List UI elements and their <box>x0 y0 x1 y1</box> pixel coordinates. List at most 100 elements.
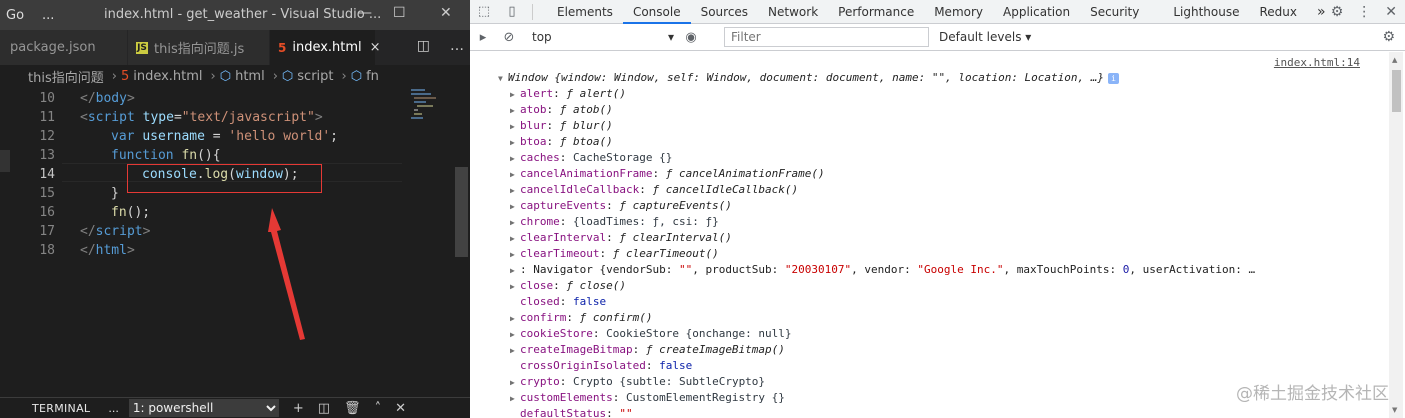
property-row[interactable]: ▶ alert: ƒ alert() <box>510 86 626 102</box>
property-row[interactable]: ▶ cancelIdleCallback: ƒ cancelIdleCallbac… <box>510 182 798 198</box>
terminal-tab[interactable]: TERMINAL <box>32 402 90 415</box>
scroll-up-icon[interactable]: ▲ <box>1392 56 1397 64</box>
property-value: : <box>612 391 626 404</box>
property-row[interactable]: ▶ createImageBitmap: ƒ createImageBitmap(… <box>510 342 785 358</box>
property-row[interactable]: ▶ captureEvents: ƒ captureEvents() <box>510 198 732 214</box>
expand-triangle-icon[interactable]: ▼ <box>498 71 508 87</box>
expand-triangle-icon[interactable]: ▶ <box>510 87 520 103</box>
panel-tab-redux[interactable]: Redux <box>1250 0 1308 24</box>
expand-triangle-icon[interactable]: ▶ <box>510 135 520 151</box>
expand-triangle-icon[interactable]: ▶ <box>510 215 520 231</box>
log-entry-header[interactable]: ▼ Window {window: Window, self: Window, d… <box>498 70 1120 87</box>
expand-triangle-icon[interactable]: ▶ <box>510 167 520 183</box>
property-value: : <box>553 279 567 292</box>
eye-icon[interactable]: ◉ <box>678 30 704 45</box>
expand-triangle-icon[interactable]: ▶ <box>510 119 520 135</box>
property-row[interactable]: ▶ atob: ƒ atob() <box>510 102 613 118</box>
property-value: : <box>652 167 666 180</box>
property-row[interactable]: ▶ close: ƒ close() <box>510 278 626 294</box>
console-settings-icon[interactable]: ⚙ <box>1382 29 1395 45</box>
panel-tab-sources[interactable]: Sources <box>691 0 758 24</box>
expand-triangle-icon[interactable]: ▶ <box>510 391 520 407</box>
console-toolbar: ▸ ⊘ top ▾ ◉ Default levels ▾ ⚙ <box>470 24 1405 51</box>
scroll-thumb[interactable] <box>1392 70 1401 112</box>
expand-triangle-icon[interactable]: ▶ <box>510 247 520 263</box>
property-value: ƒ blur() <box>559 119 613 132</box>
property-row[interactable]: ▶ customElements: CustomElementRegistry {… <box>510 390 785 406</box>
close-panel-icon[interactable]: ✕ <box>395 401 406 416</box>
expand-triangle-icon[interactable]: ▶ <box>510 231 520 247</box>
property-row[interactable]: ▶: Navigator {vendorSub: "", productSub:… <box>510 262 1255 278</box>
split-terminal-icon[interactable]: ◫ <box>318 401 330 416</box>
property-value: false <box>659 359 693 372</box>
context-select[interactable]: top ▾ <box>528 27 678 47</box>
expand-triangle-icon[interactable]: ▶ <box>510 263 520 279</box>
property-row[interactable]: ▶ clearTimeout: ƒ clearTimeout() <box>510 246 719 262</box>
sidebar-toggle-icon[interactable]: ▸ <box>470 30 496 45</box>
expand-triangle-icon[interactable]: ▶ <box>510 343 520 359</box>
property-row[interactable]: ▶ clearInterval: ƒ clearInterval() <box>510 230 732 246</box>
expand-triangle-icon[interactable]: ▶ <box>510 199 520 215</box>
property-row[interactable]: ▶ caches: CacheStorage {} <box>510 150 672 166</box>
property-value: : <box>559 295 573 308</box>
property-key: customElements <box>520 391 613 404</box>
property-row[interactable]: crossOriginIsolated: false <box>510 358 692 374</box>
property-value: CacheStorage {} <box>573 151 673 164</box>
filter-input[interactable] <box>724 27 929 47</box>
close-devtools-icon[interactable]: ✕ <box>1385 4 1397 20</box>
console-scrollbar[interactable]: ▲ ▼ <box>1389 52 1403 418</box>
panel-tab-console[interactable]: Console <box>622 0 691 24</box>
expand-triangle-icon[interactable]: ▶ <box>510 183 520 199</box>
add-terminal-icon[interactable]: + <box>293 401 304 416</box>
property-row[interactable]: closed: false <box>510 294 606 310</box>
terminal-select[interactable]: 1: powershell <box>128 399 279 417</box>
property-value: : <box>592 327 607 340</box>
property-key: createImageBitmap <box>520 343 633 356</box>
property-key: chrome <box>520 215 560 228</box>
property-value: ƒ confirm() <box>579 311 653 324</box>
panel-tab-application[interactable]: Application <box>993 0 1080 24</box>
clear-console-icon[interactable]: ⊘ <box>496 30 522 45</box>
panel-tab-network[interactable]: Network <box>758 0 828 24</box>
source-link[interactable]: index.html:14 <box>1274 56 1360 69</box>
terminal-more-icon[interactable]: ... <box>108 402 119 415</box>
toolbar-divider <box>532 3 533 20</box>
expand-triangle-icon[interactable]: ▶ <box>510 103 520 119</box>
property-row[interactable]: ▶ cancelAnimationFrame: ƒ cancelAnimation… <box>510 166 825 182</box>
panel-tab-elements[interactable]: Elements <box>547 0 623 24</box>
watermark: @稀土掘金技术社区 <box>1236 384 1389 404</box>
settings-icon[interactable]: ⚙ <box>1331 4 1344 20</box>
property-row[interactable]: ▶ cookieStore: CookieStore {onchange: nul… <box>510 326 792 342</box>
property-row[interactable]: ▶ blur: ƒ blur() <box>510 118 613 134</box>
vscode-window: Go ... index.html - get_weather - Visual… <box>0 0 470 418</box>
devtools: ⬚ ▯ Elements Console Sources Network Perform… <box>470 0 1405 418</box>
chevron-up-icon[interactable]: ˄ <box>375 401 382 416</box>
panel-tab-lighthouse[interactable]: Lighthouse <box>1163 0 1249 24</box>
device-toolbar-icon[interactable]: ▯ <box>498 4 526 19</box>
expand-triangle-icon[interactable]: ▶ <box>510 375 520 391</box>
log-levels-dropdown[interactable]: Default levels ▾ <box>939 30 1031 44</box>
info-icon[interactable]: i <box>1108 73 1120 84</box>
trash-icon[interactable]: 🗑 <box>344 401 361 416</box>
terminal-panel: TERMINAL ... 1: powershell + ◫ 🗑 ˄ ✕ <box>0 397 470 418</box>
property-key: close <box>520 279 554 292</box>
property-row[interactable]: ▶ crypto: Crypto {subtle: SubtleCrypto} <box>510 374 765 390</box>
kebab-menu-icon[interactable]: ⋮ <box>1357 4 1371 20</box>
context-value: top <box>532 30 552 44</box>
property-row[interactable]: ▶ confirm: ƒ confirm() <box>510 310 652 326</box>
panel-tab-security[interactable]: Security <box>1080 0 1149 24</box>
expand-triangle-icon[interactable]: ▶ <box>510 151 520 167</box>
panel-tab-performance[interactable]: Performance <box>828 0 924 24</box>
property-row[interactable]: ▶ btoa: ƒ btoa() <box>510 134 613 150</box>
expand-triangle-icon[interactable]: ▶ <box>510 279 520 295</box>
expand-triangle-icon[interactable]: ▶ <box>510 311 520 327</box>
property-value: : <box>553 87 567 100</box>
expand-triangle-icon[interactable]: ▶ <box>510 327 520 343</box>
property-value: , userActivation: … <box>1129 263 1256 276</box>
panel-tab-memory[interactable]: Memory <box>924 0 993 24</box>
inspect-element-icon[interactable]: ⬚ <box>470 4 498 19</box>
scroll-down-icon[interactable]: ▼ <box>1392 406 1397 414</box>
property-value: ƒ alert() <box>566 87 626 100</box>
property-row[interactable]: ▶ chrome: {loadTimes: ƒ, csi: ƒ} <box>510 214 719 230</box>
property-row[interactable]: defaultStatus: "" <box>510 406 633 418</box>
